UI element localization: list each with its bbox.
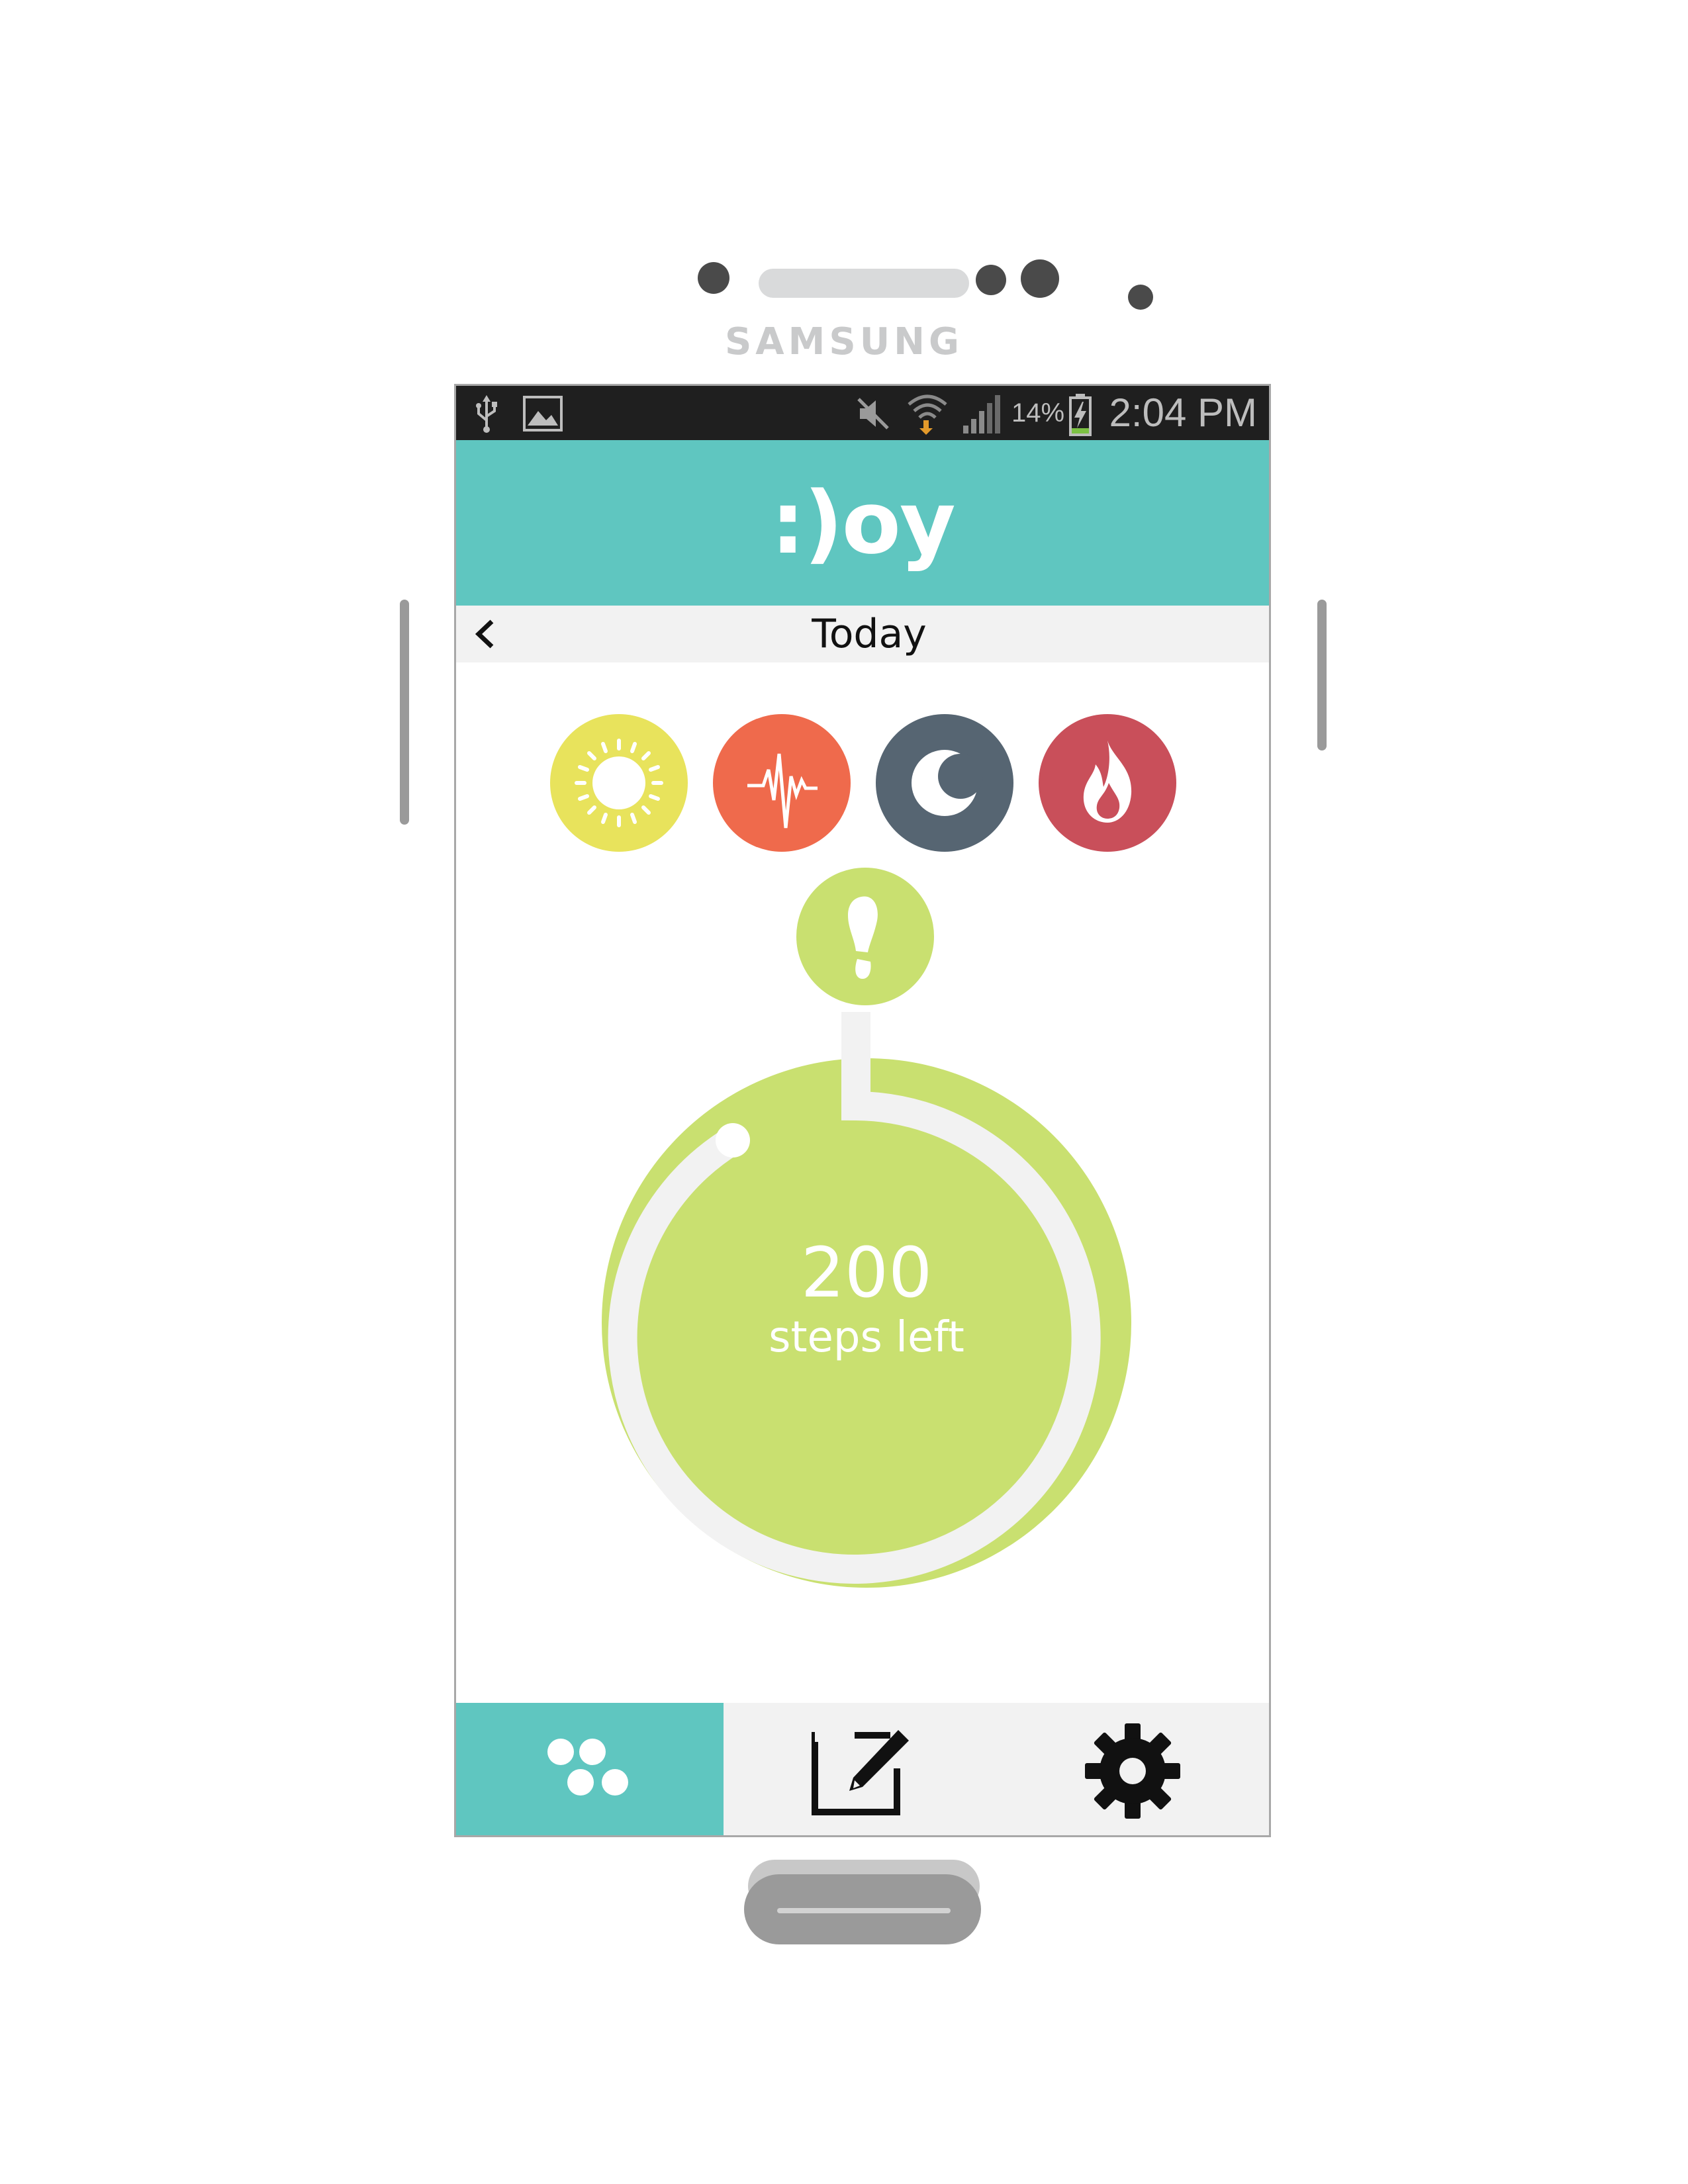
tab-settings[interactable] — [996, 1703, 1269, 1835]
front-sensor-3 — [1128, 285, 1153, 310]
front-camera-left — [698, 262, 729, 294]
phone-screen: 14% 2:04 PM :)oy Today 200 steps left — [454, 384, 1271, 1837]
gear-icon — [1085, 1723, 1180, 1819]
footprint-icon — [848, 896, 878, 979]
tab-dashboard[interactable] — [456, 1703, 724, 1835]
tab-journal[interactable] — [724, 1703, 996, 1835]
steps-progress-knob — [716, 1123, 750, 1158]
steps-left-label: steps left — [769, 1313, 964, 1362]
steps-count: 200 — [800, 1232, 933, 1313]
dots-icon — [547, 1739, 628, 1796]
steps-shoe-button[interactable] — [796, 868, 934, 1005]
front-sensor-1 — [976, 265, 1006, 295]
home-button-line — [777, 1908, 951, 1913]
brand-logo: SAMSUNG — [724, 320, 964, 363]
front-sensor-2 — [1021, 259, 1059, 298]
power-button[interactable] — [1317, 600, 1327, 751]
bottom-navigation — [456, 1703, 1269, 1835]
earpiece-speaker — [759, 269, 969, 298]
volume-button[interactable] — [400, 600, 409, 825]
edit-note-icon — [812, 1729, 910, 1815]
steps-count-block: 200 steps left — [734, 1233, 999, 1363]
steps-progress-graphic — [602, 1012, 1131, 1588]
